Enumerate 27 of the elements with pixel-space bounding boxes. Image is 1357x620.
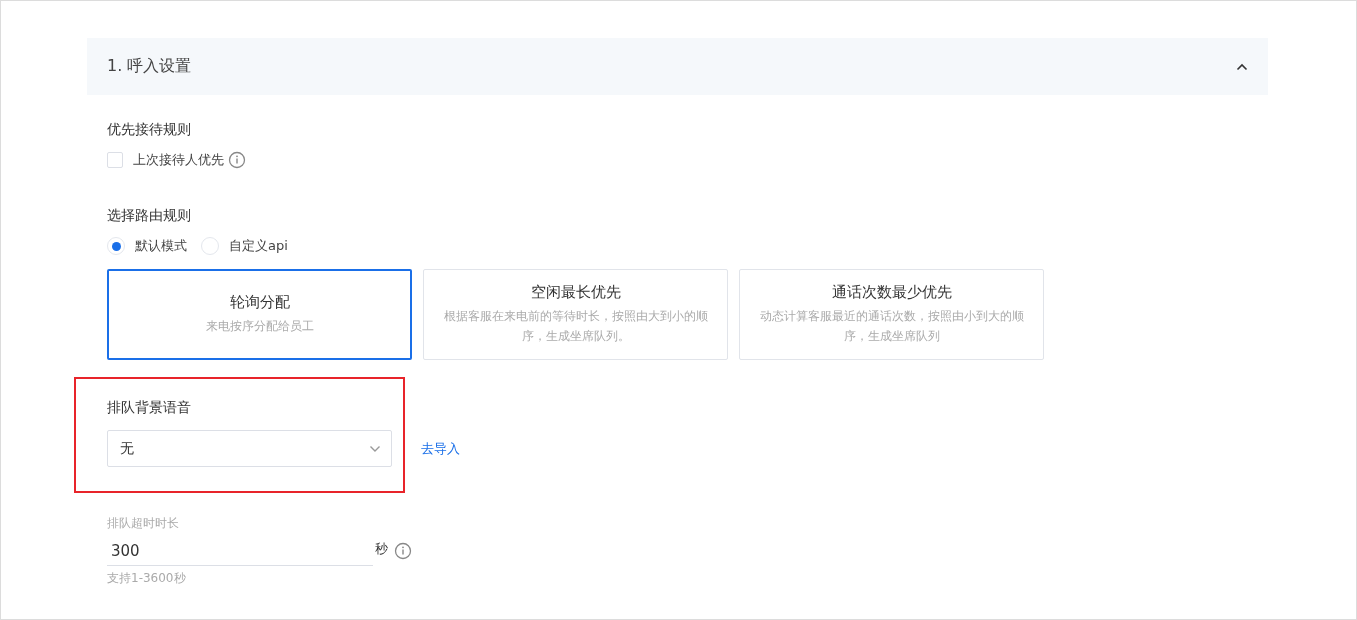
field-label: 排队超时时长 <box>107 515 180 532</box>
checkbox[interactable] <box>107 152 123 168</box>
field-label: 优先接待规则 <box>107 121 192 139</box>
strategy-card[interactable]: 轮询分配 来电按序分配给员工 <box>107 269 412 360</box>
section-header[interactable]: 1. 呼入设置 <box>87 38 1268 95</box>
unit-label: 秒 <box>375 540 388 558</box>
card-description: 动态计算客服最近的通话次数，按照由小到大的顺序，生成坐席队列 <box>758 308 1025 345</box>
field-label: 选择路由规则 <box>107 207 192 225</box>
card-title: 空闲最长优先 <box>530 283 621 302</box>
hint-text: 支持1-3600秒 <box>107 570 187 587</box>
card-description: 来电按序分配给员工 <box>205 318 314 335</box>
info-icon[interactable] <box>228 151 246 169</box>
chevron-down-icon <box>369 444 381 453</box>
strategy-card[interactable]: 通话次数最少优先 动态计算客服最近的通话次数，按照由小到大的顺序，生成坐席队列 <box>739 269 1044 360</box>
card-description: 根据客服在来电前的等待时长，按照由大到小的顺序，生成坐席队列。 <box>442 308 709 345</box>
radio-label: 默认模式 <box>135 237 187 255</box>
import-link[interactable]: 去导入 <box>421 439 460 458</box>
checkbox-label: 上次接待人优先 <box>133 151 224 169</box>
select-field[interactable]: 无 <box>107 430 392 467</box>
info-icon[interactable] <box>394 542 412 560</box>
chevron-icon[interactable] <box>1236 62 1248 71</box>
card-title: 轮询分配 <box>229 293 290 312</box>
strategy-card[interactable]: 空闲最长优先 根据客服在来电前的等待时长，按照由大到小的顺序，生成坐席队列。 <box>423 269 728 360</box>
field-label: 排队背景语音 <box>107 399 192 417</box>
card-title: 通话次数最少优先 <box>831 283 952 302</box>
section-title: 1. 呼入设置 <box>107 56 192 77</box>
radio-label: 自定义api <box>229 237 288 255</box>
